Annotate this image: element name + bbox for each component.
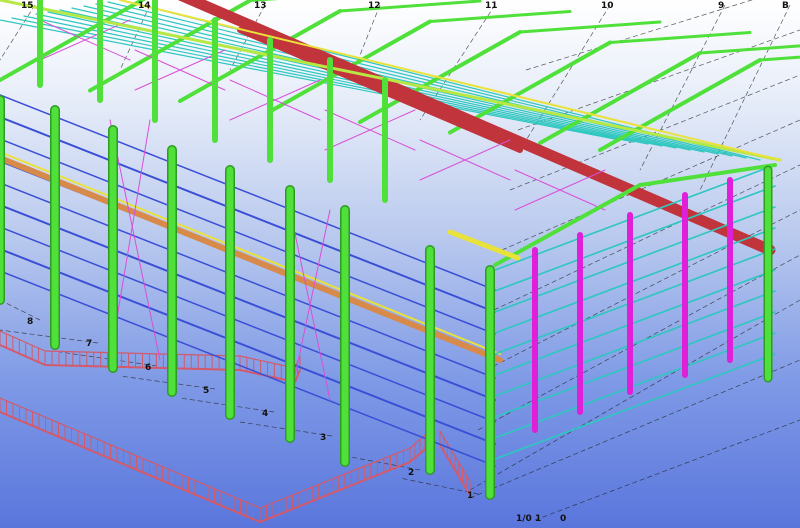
grid-label-top: 10	[601, 1, 614, 11]
grid-label-left: 2	[408, 468, 414, 478]
grid-label-left: 1	[467, 491, 473, 501]
wall-girt	[0, 116, 496, 313]
railing-top	[259, 447, 411, 509]
grid-label-left: 8	[27, 317, 33, 327]
roof-rafter	[428, 10, 572, 23]
grid-label-top: 14	[138, 1, 151, 11]
wall-girt	[0, 270, 496, 467]
roof-purlin	[23, 15, 649, 145]
roof-framing	[0, 0, 800, 256]
grid-label-top: B	[782, 1, 789, 11]
grid-line	[469, 299, 800, 491]
steel-structure-3d-model[interactable]: 15 14 13 12 11 10 9 B 8 7 6 5 4 3 2 1 1/…	[0, 0, 800, 528]
grid-line	[0, 4, 36, 61]
grid-label-left: 6	[145, 363, 151, 373]
grid-labels: 15 14 13 12 11 10 9 B 8 7 6 5 4 3 2 1 1/…	[21, 1, 789, 524]
grid-label-left: 5	[203, 386, 209, 396]
grid-label-left: 3	[320, 433, 326, 443]
roof-rafter	[758, 55, 800, 62]
roof-rafter	[518, 20, 662, 34]
gable-rafter	[638, 163, 777, 187]
wall-girt	[0, 138, 496, 335]
gable-rafter	[493, 183, 642, 267]
grid-label-left: 4	[262, 409, 268, 419]
grid-line	[534, 419, 800, 521]
grid-line	[0, 299, 41, 321]
wall-girt	[0, 248, 496, 445]
grid-label-bottom: 1/0 1	[516, 514, 541, 524]
roof-purlin	[95, 3, 733, 157]
yellow-beam	[447, 229, 521, 261]
roof-rafter	[698, 44, 800, 55]
railing-top	[0, 397, 261, 509]
roof-rafter	[338, 0, 482, 13]
roof-rafter	[608, 31, 752, 44]
grid-label-bottom: 0	[560, 514, 566, 524]
roof-purlin	[0, 19, 621, 141]
railing-top	[439, 430, 471, 482]
grid-label-top: 12	[368, 1, 381, 11]
grid-lines	[0, 0, 800, 521]
roof-rafter	[0, 0, 147, 82]
grid-label-left: 7	[86, 339, 92, 349]
roof-purlin	[83, 5, 719, 155]
grid-label-top: 13	[254, 1, 267, 11]
model-viewport[interactable]: 15 14 13 12 11 10 9 B 8 7 6 5 4 3 2 1 1/…	[0, 0, 800, 528]
grid-line	[0, 329, 99, 344]
grid-label-top: 15	[21, 1, 34, 11]
wall-girt	[0, 182, 496, 379]
grid-label-top: 9	[718, 1, 724, 11]
grid-label-top: 11	[485, 1, 498, 11]
